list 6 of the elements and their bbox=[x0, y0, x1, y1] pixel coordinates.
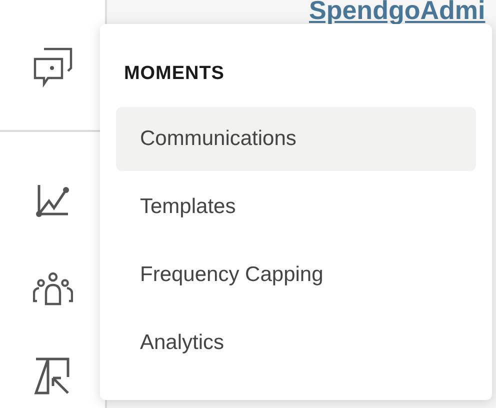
chat-bubbles-icon[interactable] bbox=[32, 46, 74, 88]
admin-link[interactable]: SpendgoAdmi bbox=[309, 0, 486, 25]
menu-title: MOMENTS bbox=[123, 62, 226, 86]
layout-arrow-icon[interactable] bbox=[34, 357, 72, 395]
menu-item[interactable]: Communications bbox=[116, 106, 476, 170]
users-icon[interactable] bbox=[32, 271, 72, 307]
